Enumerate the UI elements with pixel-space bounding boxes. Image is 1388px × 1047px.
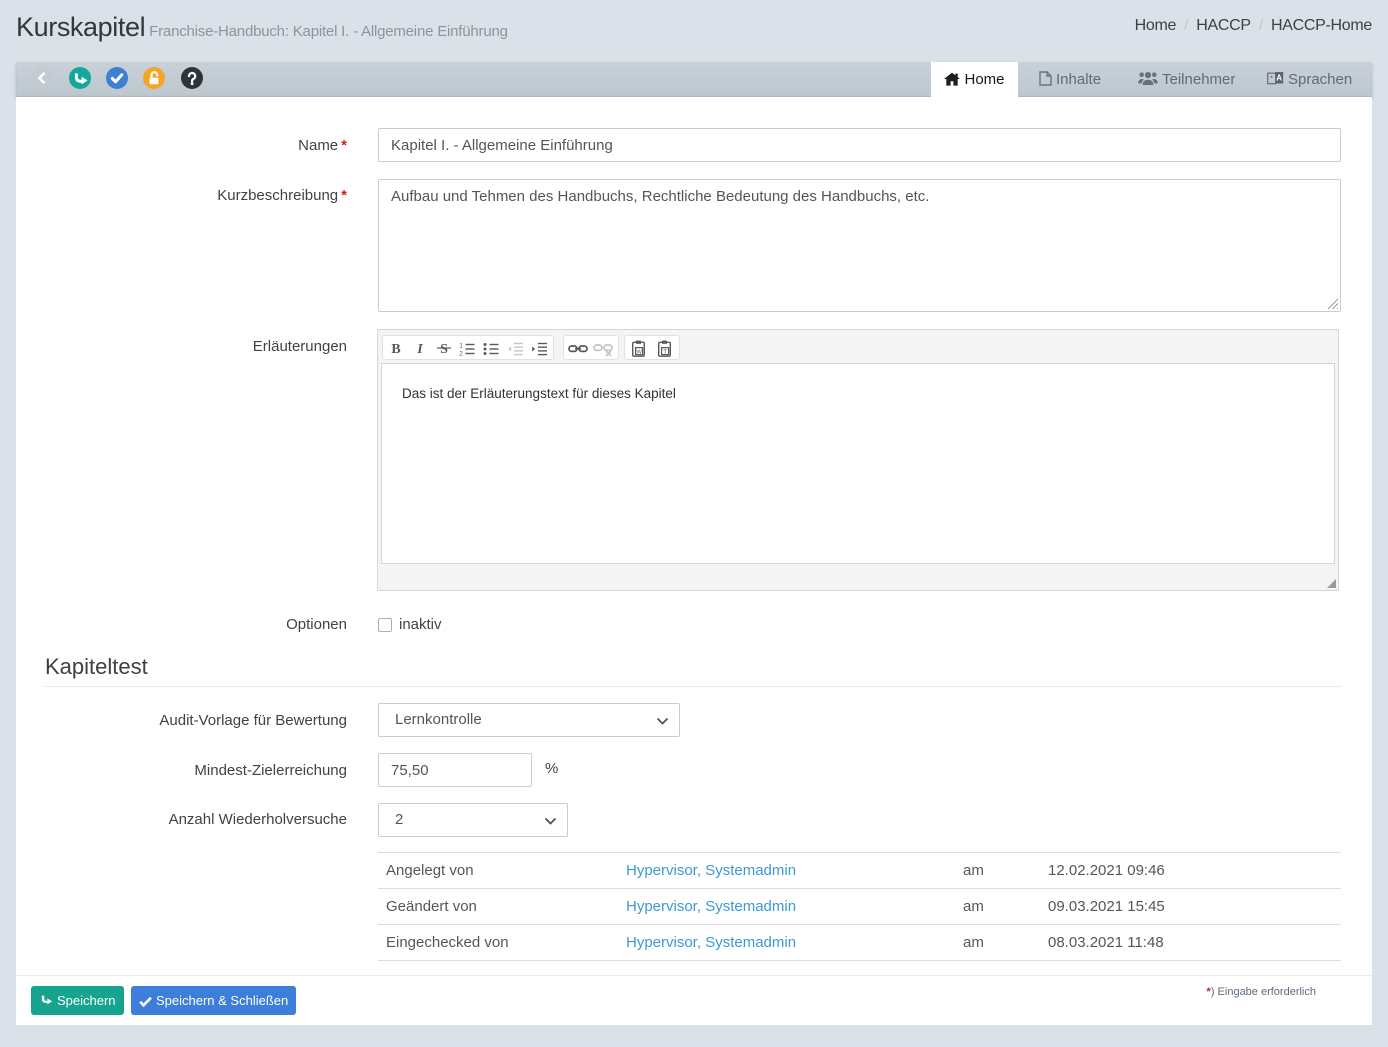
svg-text:1: 1 <box>459 343 463 350</box>
svg-text:2: 2 <box>459 351 463 358</box>
svg-text:A: A <box>1276 74 1282 83</box>
svg-text:W: W <box>636 349 642 355</box>
svg-text:I: I <box>416 342 423 357</box>
svg-text:T: T <box>663 348 667 355</box>
svg-text:S: S <box>440 342 448 357</box>
svg-text:B: B <box>391 342 400 357</box>
